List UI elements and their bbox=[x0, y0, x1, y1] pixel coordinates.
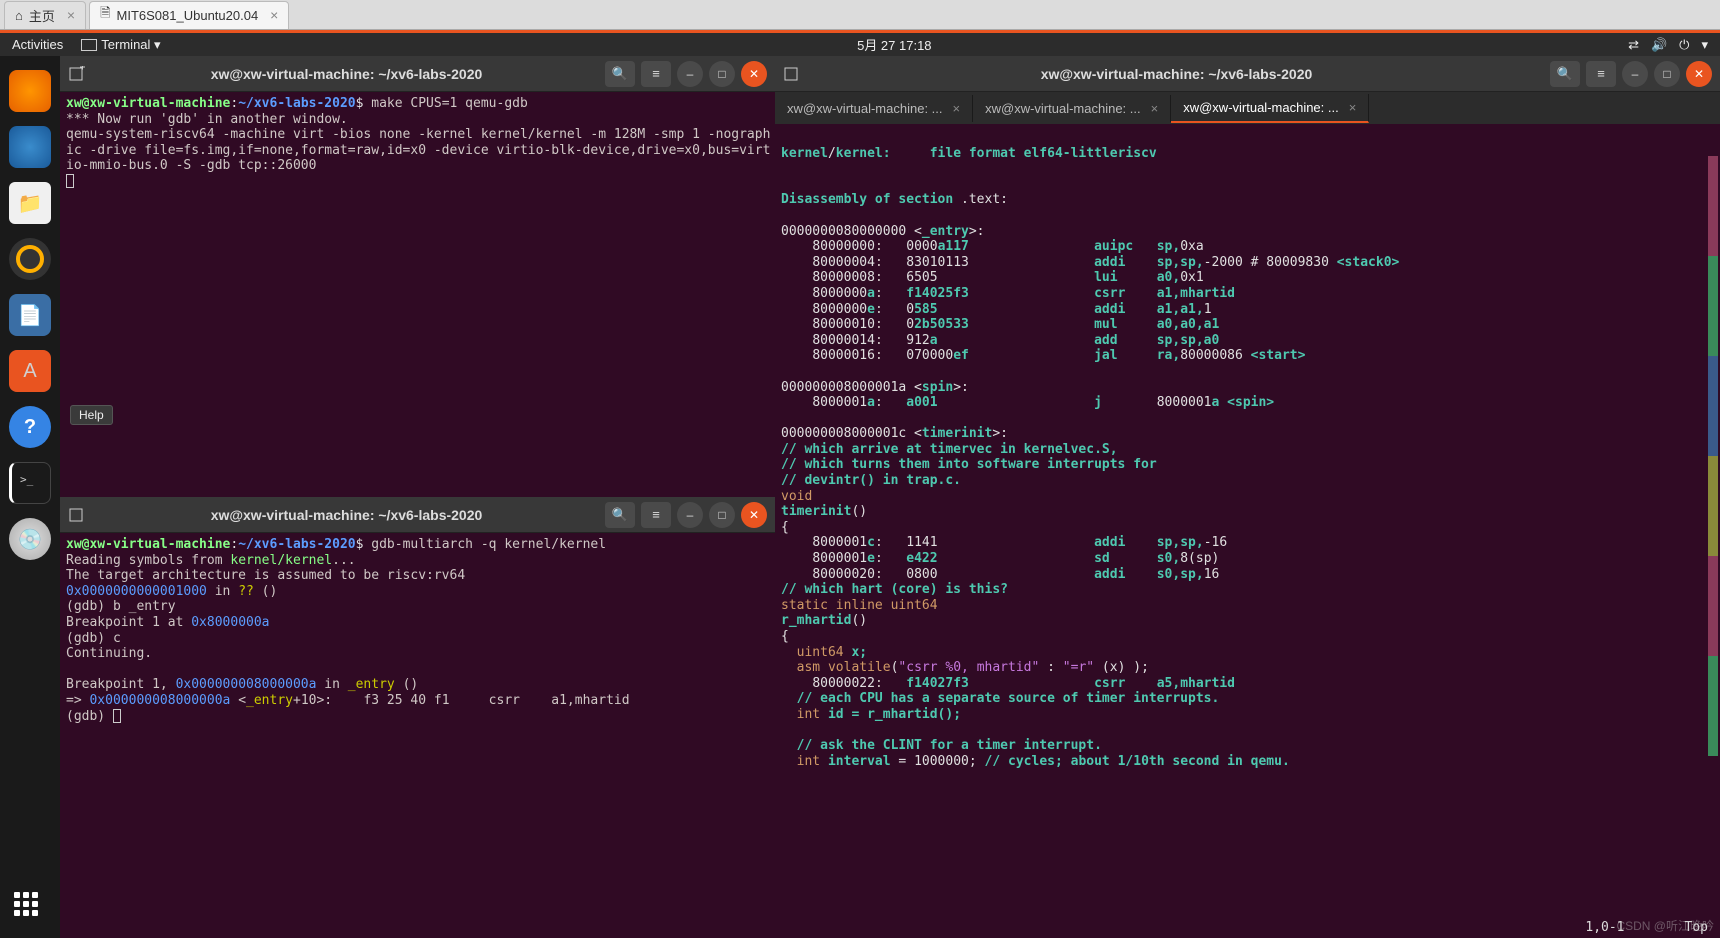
home-icon: ⌂ bbox=[15, 8, 23, 23]
terminal2-titlebar: xw@xw-virtual-machine: ~/xv6-labs-2020 🔍… bbox=[60, 497, 775, 533]
browser-tab-vm[interactable]: 🗎 MIT6S081_Ubuntu20.04 × bbox=[89, 1, 289, 29]
help-icon[interactable]: ? bbox=[9, 406, 51, 448]
browser-tab-strip: ⌂ 主页 × 🗎 MIT6S081_Ubuntu20.04 × bbox=[0, 0, 1720, 30]
hamburger-menu-button[interactable]: ≡ bbox=[641, 61, 671, 87]
terminal3-titlebar: xw@xw-virtual-machine: ~/xv6-labs-2020 🔍… bbox=[775, 56, 1720, 92]
close-button[interactable]: ✕ bbox=[741, 61, 767, 87]
terminal3-body[interactable]: kernel/kernel: file format elf64-littler… bbox=[775, 124, 1720, 938]
thunderbird-icon[interactable] bbox=[9, 126, 51, 168]
close-icon[interactable]: × bbox=[953, 101, 961, 116]
maximize-button[interactable]: □ bbox=[709, 502, 735, 528]
minimize-button[interactable]: – bbox=[1622, 61, 1648, 87]
rhythmbox-icon[interactable] bbox=[9, 238, 51, 280]
terminal1-titlebar: xw@xw-virtual-machine: ~/xv6-labs-2020 🔍… bbox=[60, 56, 775, 92]
activities-button[interactable]: Activities bbox=[12, 37, 63, 52]
cursor bbox=[113, 709, 121, 723]
firefox-icon[interactable] bbox=[9, 70, 51, 112]
minimize-button[interactable]: – bbox=[677, 61, 703, 87]
watermark: CSDN @听江晚吟 bbox=[1616, 917, 1714, 934]
terminal-tab-1[interactable]: xw@xw-virtual-machine: ...× bbox=[775, 95, 973, 122]
cursor bbox=[66, 174, 74, 188]
close-button[interactable]: ✕ bbox=[1686, 61, 1712, 87]
volume-icon[interactable]: 🔊 bbox=[1651, 37, 1667, 53]
ubuntu-software-icon[interactable]: A bbox=[9, 350, 51, 392]
minimize-button[interactable]: – bbox=[677, 502, 703, 528]
chevron-down-icon[interactable]: ▾ bbox=[1701, 37, 1708, 53]
search-button[interactable]: 🔍 bbox=[605, 502, 635, 528]
terminal-tabs: xw@xw-virtual-machine: ...× xw@xw-virtua… bbox=[775, 92, 1720, 124]
help-tooltip: Help bbox=[70, 405, 113, 425]
network-icon[interactable]: ⇄ bbox=[1628, 37, 1639, 53]
terminal1-body[interactable]: xw@xw-virtual-machine:~/xv6-labs-2020$ m… bbox=[60, 92, 775, 497]
gnome-top-bar: Activities Terminal ▾ 5月 27 17:18 ⇄ 🔊 ⏻ … bbox=[0, 30, 1720, 56]
clock[interactable]: 5月 27 17:18 bbox=[161, 35, 1629, 54]
tab-label: MIT6S081_Ubuntu20.04 bbox=[117, 8, 259, 23]
terminal-tab-2[interactable]: xw@xw-virtual-machine: ...× bbox=[973, 95, 1171, 122]
new-tab-button[interactable] bbox=[775, 66, 809, 82]
terminal-icon[interactable] bbox=[9, 462, 51, 504]
close-icon[interactable]: × bbox=[270, 7, 278, 23]
window-title: xw@xw-virtual-machine: ~/xv6-labs-2020 bbox=[809, 66, 1544, 82]
maximize-button[interactable]: □ bbox=[709, 61, 735, 87]
tab-label: 主页 bbox=[29, 6, 55, 25]
disc-icon[interactable]: 💿 bbox=[9, 518, 51, 560]
files-icon[interactable]: 📁 bbox=[9, 182, 51, 224]
libreoffice-writer-icon[interactable]: 📄 bbox=[9, 294, 51, 336]
page-icon: 🗎 bbox=[100, 4, 110, 26]
terminal-app-menu[interactable]: Terminal ▾ bbox=[81, 37, 160, 53]
close-icon[interactable]: × bbox=[67, 7, 75, 23]
new-tab-button[interactable] bbox=[60, 507, 94, 523]
close-icon[interactable]: × bbox=[1151, 101, 1159, 116]
terminal2-body[interactable]: xw@xw-virtual-machine:~/xv6-labs-2020$ g… bbox=[60, 533, 775, 938]
window-title: xw@xw-virtual-machine: ~/xv6-labs-2020 bbox=[94, 507, 599, 523]
show-applications-button[interactable] bbox=[14, 892, 46, 924]
new-tab-button[interactable] bbox=[60, 66, 94, 82]
minimap-overview[interactable] bbox=[1708, 156, 1718, 756]
hamburger-menu-button[interactable]: ≡ bbox=[641, 502, 671, 528]
hamburger-menu-button[interactable]: ≡ bbox=[1586, 61, 1616, 87]
ubuntu-dock: 📁 📄 A ? 💿 bbox=[0, 56, 60, 938]
close-icon[interactable]: × bbox=[1349, 100, 1357, 115]
search-button[interactable]: 🔍 bbox=[605, 61, 635, 87]
browser-tab-home[interactable]: ⌂ 主页 × bbox=[4, 1, 86, 29]
maximize-button[interactable]: □ bbox=[1654, 61, 1680, 87]
close-button[interactable]: ✕ bbox=[741, 502, 767, 528]
terminal-tab-3[interactable]: xw@xw-virtual-machine: ...× bbox=[1171, 94, 1369, 123]
search-button[interactable]: 🔍 bbox=[1550, 61, 1580, 87]
power-icon[interactable]: ⏻ bbox=[1679, 37, 1689, 53]
window-title: xw@xw-virtual-machine: ~/xv6-labs-2020 bbox=[94, 66, 599, 82]
